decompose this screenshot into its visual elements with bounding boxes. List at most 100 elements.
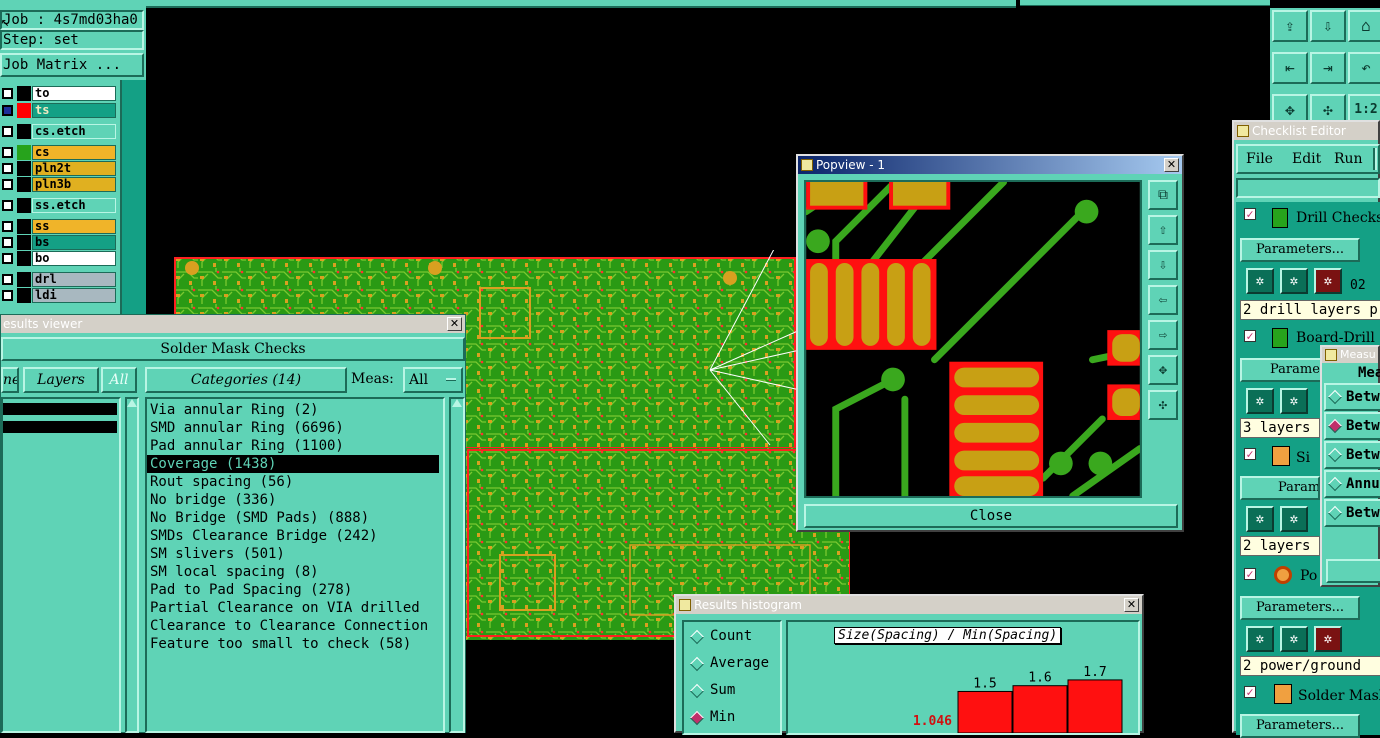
category-list[interactable]: Via annular Ring (2) SMD annular Ring (6… (145, 397, 445, 733)
layer-checkbox[interactable] (2, 200, 13, 211)
run-check-icon[interactable]: ✲ (1246, 388, 1274, 414)
view-tool-up-icon[interactable]: ⇪ (1272, 10, 1308, 42)
category-item-selected[interactable]: Coverage (1438) (147, 455, 439, 473)
histogram-bar[interactable] (1067, 679, 1123, 733)
item-name[interactable]: Si (1296, 450, 1310, 466)
run-check-icon[interactable]: ✲ (1314, 268, 1342, 294)
popview-tool-copy-icon[interactable]: ⧉ (1148, 180, 1178, 210)
checklist-titlebar[interactable]: Checklist Editor (1234, 122, 1378, 140)
item-name[interactable]: Drill Checks (1296, 210, 1380, 226)
category-item[interactable]: Pad annular Ring (1100) (147, 437, 443, 455)
measure-option[interactable]: Annu (1324, 470, 1380, 498)
parameters-button[interactable]: Parameters... (1240, 596, 1360, 620)
popview-tool-right-icon[interactable]: ⇨ (1148, 320, 1178, 350)
parameters-button[interactable]: Parameters... (1240, 714, 1360, 738)
results-viewer-titlebar[interactable]: esults viewer ✕ (1, 315, 465, 333)
category-item[interactable]: Rout spacing (56) (147, 473, 443, 491)
check-signal[interactable]: ✓ (1244, 448, 1256, 460)
popview-zoom-view[interactable] (804, 180, 1142, 498)
category-item[interactable]: No bridge (336) (147, 491, 443, 509)
layer-checkbox[interactable] (2, 253, 13, 264)
layer-results-list[interactable] (1, 397, 121, 733)
measure-option[interactable]: Betw (1324, 499, 1380, 527)
tab-prev[interactable]: ne (1, 367, 19, 393)
radio-average[interactable] (689, 656, 705, 672)
layer-checkbox[interactable] (2, 126, 13, 137)
checklist-search[interactable] (1236, 178, 1380, 198)
category-item[interactable]: SMD annular Ring (6696) (147, 419, 443, 437)
category-item[interactable]: SM local spacing (8) (147, 563, 443, 581)
category-item[interactable]: Feature too small to check (58) (147, 635, 443, 653)
radio-sum[interactable] (689, 683, 705, 699)
layer-results-scrollbar[interactable] (125, 397, 139, 733)
view-tool-right-icon[interactable]: ⇥ (1310, 52, 1346, 84)
item-name[interactable]: Board-Drill (1296, 330, 1375, 346)
category-item[interactable]: Partial Clearance on VIA drilled (147, 599, 443, 617)
popview-close-button[interactable]: Close (804, 504, 1178, 528)
meas-select[interactable]: All (403, 367, 463, 393)
tab-categories[interactable]: Categories (14) (145, 367, 347, 393)
job-matrix-button[interactable]: Job Matrix ... (0, 53, 144, 77)
category-item[interactable]: No Bridge (SMD Pads) (888) (147, 509, 443, 527)
category-item[interactable]: Clearance to Clearance Connection (147, 617, 443, 635)
popview-tool-down-icon[interactable]: ⇩ (1148, 250, 1178, 280)
popview-tool-left-icon[interactable]: ⇦ (1148, 285, 1178, 315)
popview-titlebar[interactable]: Popview - 1 ✕ (798, 156, 1182, 174)
popview-tool-zoom-out-icon[interactable]: ✣ (1148, 390, 1178, 420)
run-check-icon[interactable]: ✲ (1280, 506, 1308, 532)
run-check-icon[interactable]: ✲ (1246, 626, 1274, 652)
category-item[interactable]: Via annular Ring (2) (147, 401, 443, 419)
menu-file[interactable]: File (1246, 146, 1273, 172)
view-tool-home-icon[interactable]: ⌂ (1348, 10, 1380, 42)
option-sum[interactable]: Sum (710, 682, 735, 698)
job-panel-scroll[interactable] (120, 80, 146, 320)
layer-checkbox[interactable] (2, 163, 13, 174)
layer-checkbox[interactable] (2, 290, 13, 301)
histogram-titlebar[interactable]: Results histogram ✕ (676, 596, 1142, 614)
menu-edit[interactable]: Edit (1292, 146, 1321, 172)
popview-tool-up-icon[interactable]: ⇧ (1148, 215, 1178, 245)
category-item[interactable]: SMDs Clearance Bridge (242) (147, 527, 443, 545)
layer-results-row[interactable] (3, 421, 117, 433)
layer-checkbox[interactable] (2, 88, 13, 99)
check-board-drill[interactable]: ✓ (1244, 330, 1256, 342)
run-check-icon[interactable]: ✲ (1314, 626, 1342, 652)
radio-count[interactable] (689, 629, 705, 645)
option-count[interactable]: Count (710, 628, 752, 644)
layer-checkbox[interactable] (2, 105, 13, 116)
measure-option[interactable]: Betw (1324, 412, 1380, 440)
measure-option[interactable]: Betw (1324, 383, 1380, 411)
check-solder-mask[interactable]: ✓ (1244, 686, 1256, 698)
category-item[interactable]: Pad to Pad Spacing (278) (147, 581, 443, 599)
run-check-icon[interactable]: ✲ (1246, 506, 1274, 532)
close-icon[interactable]: ✕ (1164, 158, 1179, 172)
scroll-up-icon[interactable] (127, 399, 137, 407)
layer-results-row[interactable] (3, 403, 117, 415)
tab-all[interactable]: All (101, 367, 137, 393)
check-power[interactable]: ✓ (1244, 568, 1256, 580)
view-tool-down-icon[interactable]: ⇩ (1310, 10, 1346, 42)
close-icon[interactable]: ✕ (1124, 598, 1139, 612)
layer-checkbox[interactable] (2, 274, 13, 285)
run-check-icon[interactable]: ✲ (1280, 626, 1308, 652)
layer-checkbox[interactable] (2, 237, 13, 248)
measure-action-button[interactable] (1326, 559, 1380, 583)
item-name[interactable]: Po (1300, 568, 1317, 584)
close-icon[interactable]: ✕ (447, 317, 462, 331)
measure-titlebar[interactable]: Measu (1322, 347, 1378, 363)
histogram-bar[interactable] (957, 690, 1013, 733)
run-check-icon[interactable]: ✲ (1246, 268, 1274, 294)
view-tool-undo-icon[interactable]: ↶ (1348, 52, 1380, 84)
radio-min[interactable] (689, 710, 705, 726)
histogram-bar[interactable] (1012, 685, 1068, 733)
view-tool-left-icon[interactable]: ⇤ (1272, 52, 1308, 84)
item-name[interactable]: Solder Mask (1298, 688, 1380, 704)
option-average[interactable]: Average (710, 655, 769, 671)
layer-checkbox[interactable] (2, 179, 13, 190)
run-check-icon[interactable]: ✲ (1280, 268, 1308, 294)
category-scrollbar[interactable] (449, 397, 465, 733)
parameters-button[interactable]: Parameters... (1240, 238, 1360, 262)
menu-run[interactable]: Run (1334, 146, 1363, 172)
tab-layers[interactable]: Layers (23, 367, 99, 393)
popview-tool-zoom-in-icon[interactable]: ✥ (1148, 355, 1178, 385)
